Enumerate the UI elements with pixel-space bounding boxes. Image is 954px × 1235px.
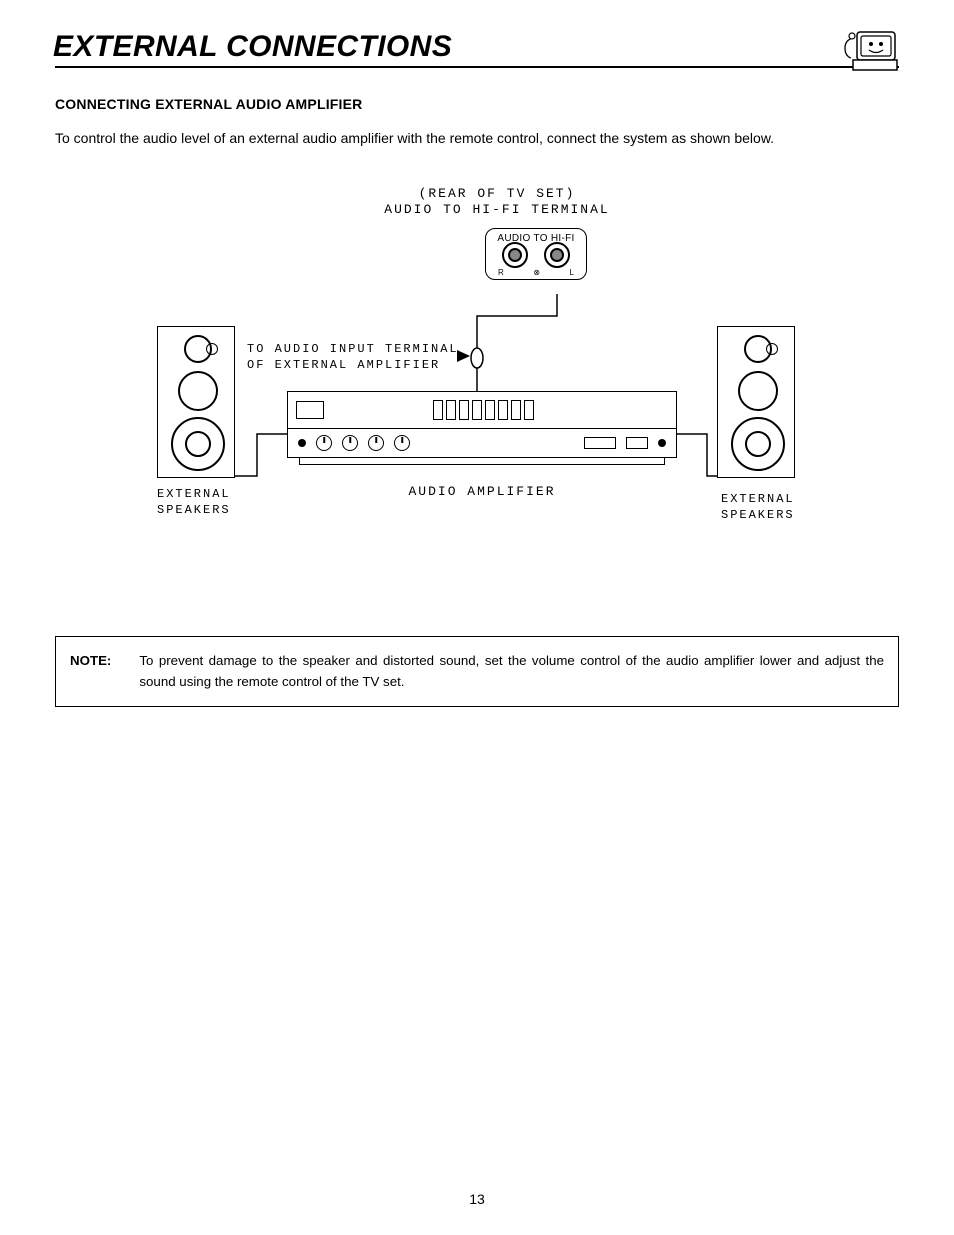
jack-labels: R ⊗ L: [486, 268, 586, 277]
speaker-right-label: EXTERNAL SPEAKERS: [721, 491, 795, 523]
note-text: To prevent damage to the speaker and dis…: [139, 651, 884, 692]
header-row: EXTERNAL CONNECTIONS: [55, 30, 899, 64]
page: EXTERNAL CONNECTIONS CONNECTING EXTERNAL…: [0, 0, 954, 1235]
jack-screw-icon: ⊗: [533, 268, 540, 277]
amplifier-label: AUDIO AMPLIFIER: [337, 484, 627, 499]
diagram-caption-terminal: AUDIO TO HI-FI TERMINAL: [367, 202, 627, 217]
header-rule: [55, 66, 899, 68]
amplifier-icon: [287, 391, 677, 465]
speaker-right-icon: [717, 326, 795, 478]
page-number: 13: [0, 1191, 954, 1207]
intro-text: To control the audio level of an externa…: [55, 130, 899, 146]
mascot-icon: [839, 28, 899, 74]
page-title: EXTERNAL CONNECTIONS: [53, 30, 452, 64]
hifi-terminal-label: AUDIO TO HI-FI: [486, 233, 586, 244]
speaker-left-icon: [157, 326, 235, 478]
jack-label-l: L: [570, 268, 574, 277]
jack-r-icon: [502, 242, 528, 268]
jack-l-icon: [544, 242, 570, 268]
hifi-jacks: [486, 242, 586, 268]
note-box: NOTE: To prevent damage to the speaker a…: [55, 636, 899, 707]
jack-label-r: R: [498, 268, 504, 277]
speaker-left-label: EXTERNAL SPEAKERS: [157, 486, 231, 518]
hifi-terminal-box: AUDIO TO HI-FI R ⊗ L: [485, 228, 587, 280]
diagram-caption-rear: (REAR OF TV SET): [367, 186, 627, 201]
mid-label-line-1: TO AUDIO INPUT TERMINAL: [247, 341, 459, 357]
mid-label-line-2: OF EXTERNAL AMPLIFIER: [247, 357, 459, 373]
diagram-mid-label: TO AUDIO INPUT TERMINAL OF EXTERNAL AMPL…: [247, 341, 459, 373]
section-subtitle: CONNECTING EXTERNAL AUDIO AMPLIFIER: [55, 96, 899, 112]
connection-diagram: (REAR OF TV SET) AUDIO TO HI-FI TERMINAL…: [127, 186, 827, 566]
note-label: NOTE:: [70, 651, 111, 692]
